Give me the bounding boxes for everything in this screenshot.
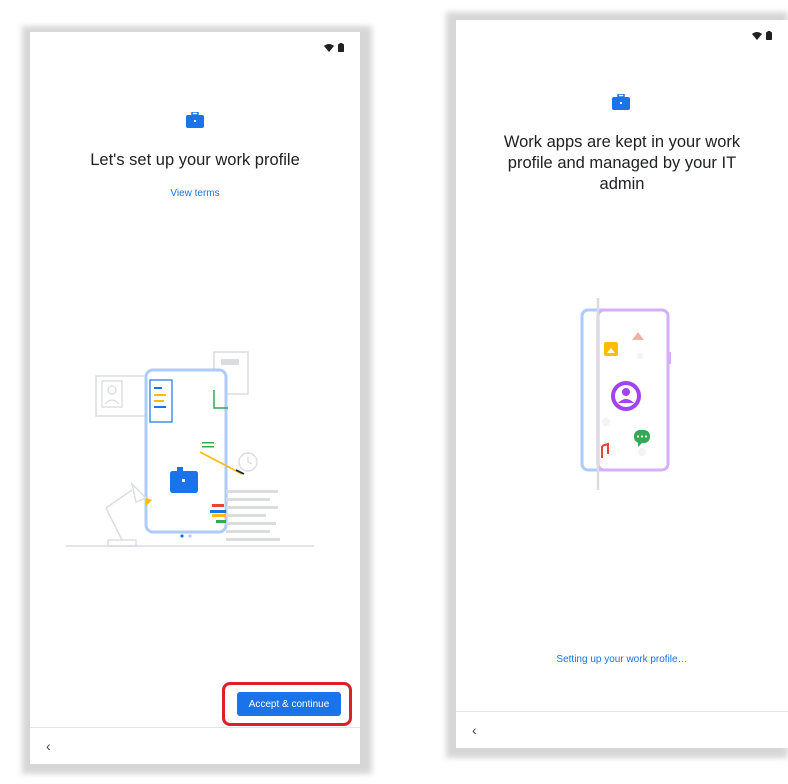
- bottom-nav-bar: ‹: [456, 711, 788, 748]
- wifi-icon: [752, 31, 762, 40]
- left-phone-screen: Let's set up your work profile View term…: [30, 32, 360, 764]
- screenshot-canvas: Let's set up your work profile View term…: [0, 0, 788, 784]
- setup-status-text: Setting up your work profile…: [556, 654, 688, 665]
- back-icon[interactable]: ‹: [46, 738, 51, 754]
- battery-icon: [766, 31, 772, 40]
- work-apps-illustration: [580, 298, 671, 490]
- page-title: Let's set up your work profile: [90, 151, 300, 169]
- battery-icon: [338, 43, 344, 52]
- view-terms-link[interactable]: View terms: [30, 188, 360, 199]
- briefcase-icon: [186, 112, 204, 128]
- right-phone-screen: Work apps are kept in your work profile …: [456, 20, 788, 748]
- status-bar: [752, 31, 772, 40]
- bottom-nav-bar: ‹: [30, 727, 360, 764]
- page-title: Work apps are kept in your work profile …: [503, 133, 741, 193]
- wifi-icon: [324, 43, 334, 52]
- work-profile-illustration: [66, 351, 314, 547]
- status-bar: [324, 43, 344, 52]
- accept-continue-button[interactable]: Accept & continue: [237, 692, 341, 716]
- back-icon[interactable]: ‹: [472, 722, 477, 738]
- briefcase-icon: [612, 94, 630, 110]
- accept-button-highlight: Accept & continue: [222, 682, 352, 726]
